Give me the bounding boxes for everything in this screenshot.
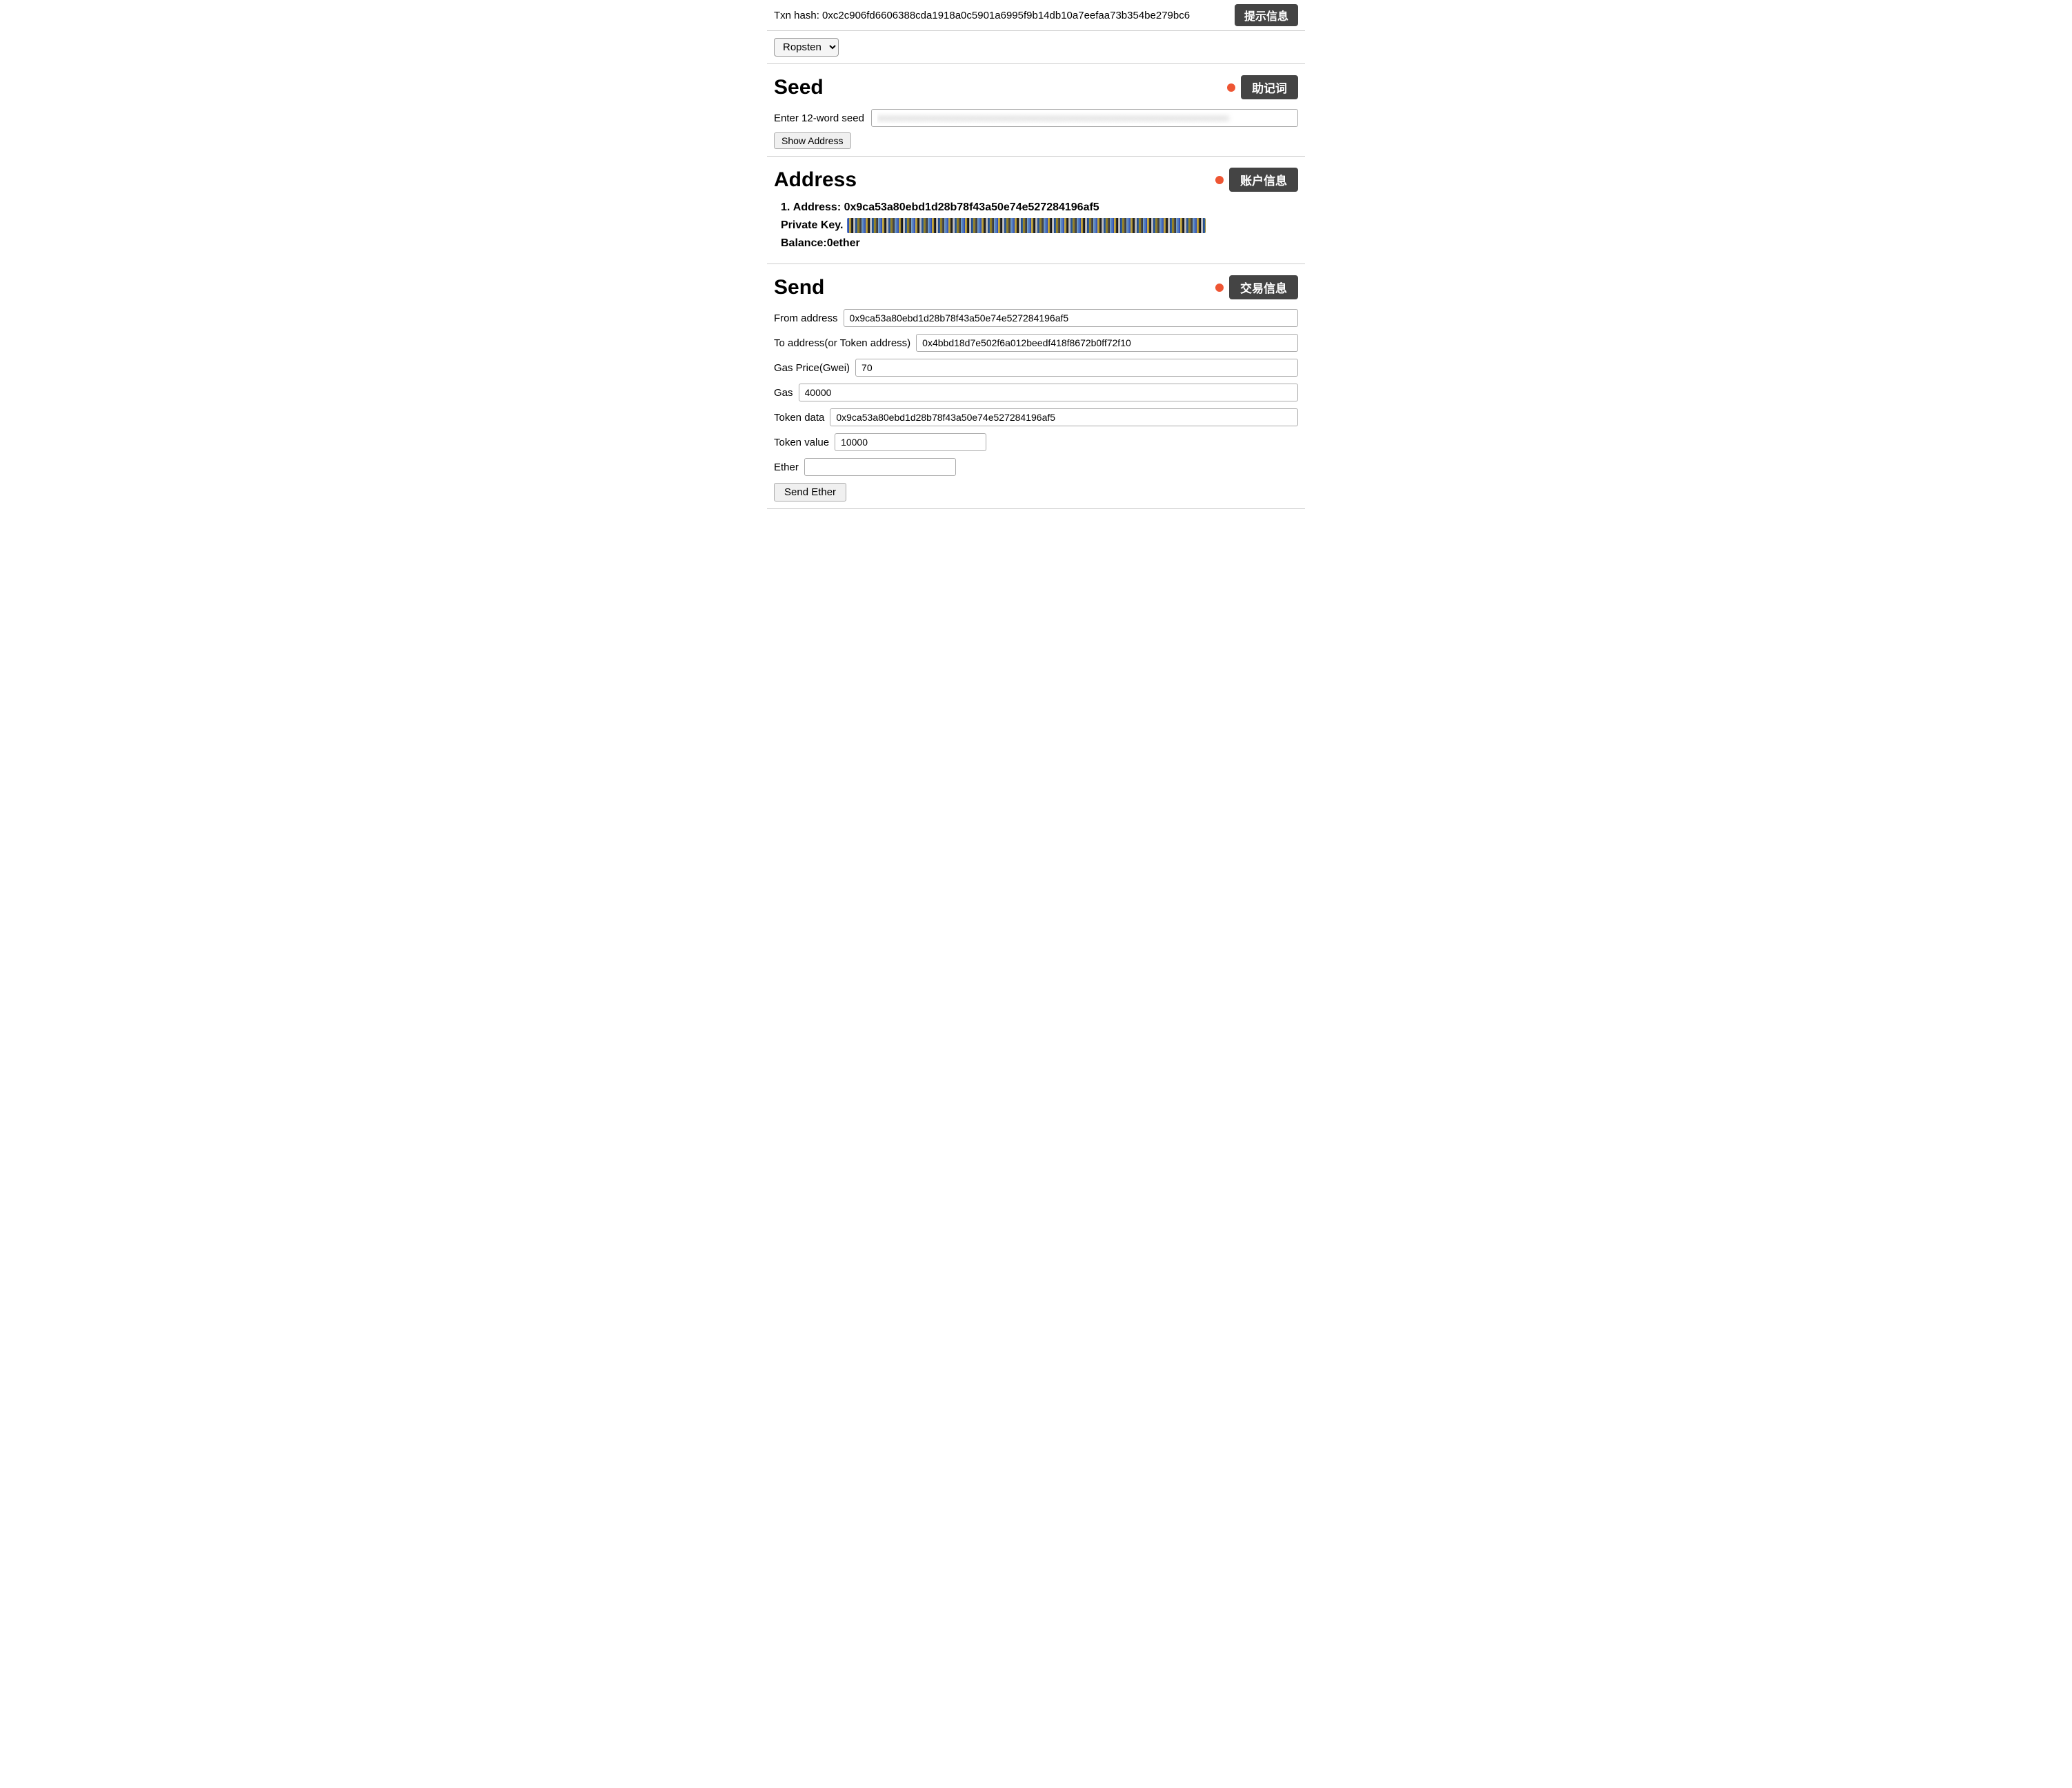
- gas-row: Gas: [774, 384, 1298, 401]
- seed-section-title: Seed: [774, 76, 824, 99]
- seed-section: Seed 助记词 Enter 12-word seed Show Address: [767, 64, 1305, 157]
- ether-row: Ether: [774, 458, 1298, 476]
- gas-price-input[interactable]: [855, 359, 1298, 377]
- txn-hash-bar: Txn hash: 0xc2c906fd6606388cda1918a0c590…: [767, 0, 1305, 31]
- from-address-row: From address: [774, 309, 1298, 327]
- seed-badge-wrap: 助记词: [1227, 75, 1298, 99]
- txn-hash-label: Txn hash:: [774, 10, 819, 21]
- private-key-value: [847, 218, 1206, 233]
- address-section-header: Address 账户信息: [774, 168, 1298, 192]
- network-row: Ropsten Mainnet Kovan Rinkeby: [767, 31, 1305, 64]
- address-item-number: 1. Address: 0x9ca53a80ebd1d28b78f43a50e7…: [781, 201, 1298, 214]
- from-address-input[interactable]: [844, 309, 1298, 327]
- to-address-row: To address(or Token address): [774, 334, 1298, 352]
- send-section: Send 交易信息 From address To address(or Tok…: [767, 264, 1305, 509]
- ether-input[interactable]: [804, 458, 956, 476]
- token-data-row: Token data: [774, 408, 1298, 426]
- address-num: 1.: [781, 201, 793, 213]
- seed-badge: 助记词: [1241, 75, 1298, 99]
- send-ether-button[interactable]: Send Ether: [774, 483, 846, 501]
- gas-input[interactable]: [799, 384, 1298, 401]
- ether-label: Ether: [774, 461, 799, 473]
- address-section: Address 账户信息 1. Address: 0x9ca53a80ebd1d…: [767, 157, 1305, 264]
- seed-section-header: Seed 助记词: [774, 75, 1298, 99]
- token-value-input[interactable]: [835, 433, 986, 451]
- address-section-title: Address: [774, 168, 857, 192]
- network-select[interactable]: Ropsten Mainnet Kovan Rinkeby: [774, 38, 839, 57]
- seed-enter-label: Enter 12-word seed: [774, 112, 864, 124]
- to-address-label: To address(or Token address): [774, 337, 910, 349]
- send-section-title: Send: [774, 276, 824, 299]
- send-badge-wrap: 交易信息: [1215, 275, 1298, 299]
- token-data-input[interactable]: [830, 408, 1298, 426]
- balance-label: Balance:: [781, 237, 827, 249]
- from-address-label: From address: [774, 312, 838, 324]
- address-badge: 账户信息: [1229, 168, 1298, 192]
- gas-price-label: Gas Price(Gwei): [774, 362, 850, 374]
- to-address-input[interactable]: [916, 334, 1298, 352]
- private-key-row: Private Key.: [781, 218, 1298, 233]
- private-key-label: Private Key.: [781, 219, 843, 232]
- gas-price-row: Gas Price(Gwei): [774, 359, 1298, 377]
- seed-input-row: Enter 12-word seed: [774, 109, 1298, 127]
- token-data-label: Token data: [774, 412, 824, 424]
- txn-tooltip-badge: 提示信息: [1235, 4, 1298, 26]
- txn-hash-value: 0xc2c906fd6606388cda1918a0c5901a6995f9b1…: [822, 10, 1190, 21]
- balance-row: Balance:0ether: [781, 237, 1298, 250]
- token-value-row: Token value: [774, 433, 1298, 451]
- address-red-dot: [1215, 176, 1224, 184]
- send-section-header: Send 交易信息: [774, 275, 1298, 299]
- send-form: From address To address(or Token address…: [774, 309, 1298, 501]
- seed-input[interactable]: [871, 109, 1298, 127]
- send-red-dot: [1215, 284, 1224, 292]
- gas-label: Gas: [774, 387, 793, 399]
- address-item: 1. Address: 0x9ca53a80ebd1d28b78f43a50e7…: [781, 201, 1298, 250]
- address-list: 1. Address: 0x9ca53a80ebd1d28b78f43a50e7…: [774, 201, 1298, 250]
- balance-value: 0ether: [827, 237, 860, 249]
- address-badge-wrap: 账户信息: [1215, 168, 1298, 192]
- txn-hash-text: Txn hash: 0xc2c906fd6606388cda1918a0c590…: [774, 10, 1228, 21]
- seed-red-dot: [1227, 83, 1235, 92]
- token-value-label: Token value: [774, 437, 829, 448]
- address-value-text: 0x9ca53a80ebd1d28b78f43a50e74e527284196a…: [844, 201, 1099, 213]
- send-badge: 交易信息: [1229, 275, 1298, 299]
- show-address-button[interactable]: Show Address: [774, 132, 851, 149]
- address-label-text: Address:: [793, 201, 841, 213]
